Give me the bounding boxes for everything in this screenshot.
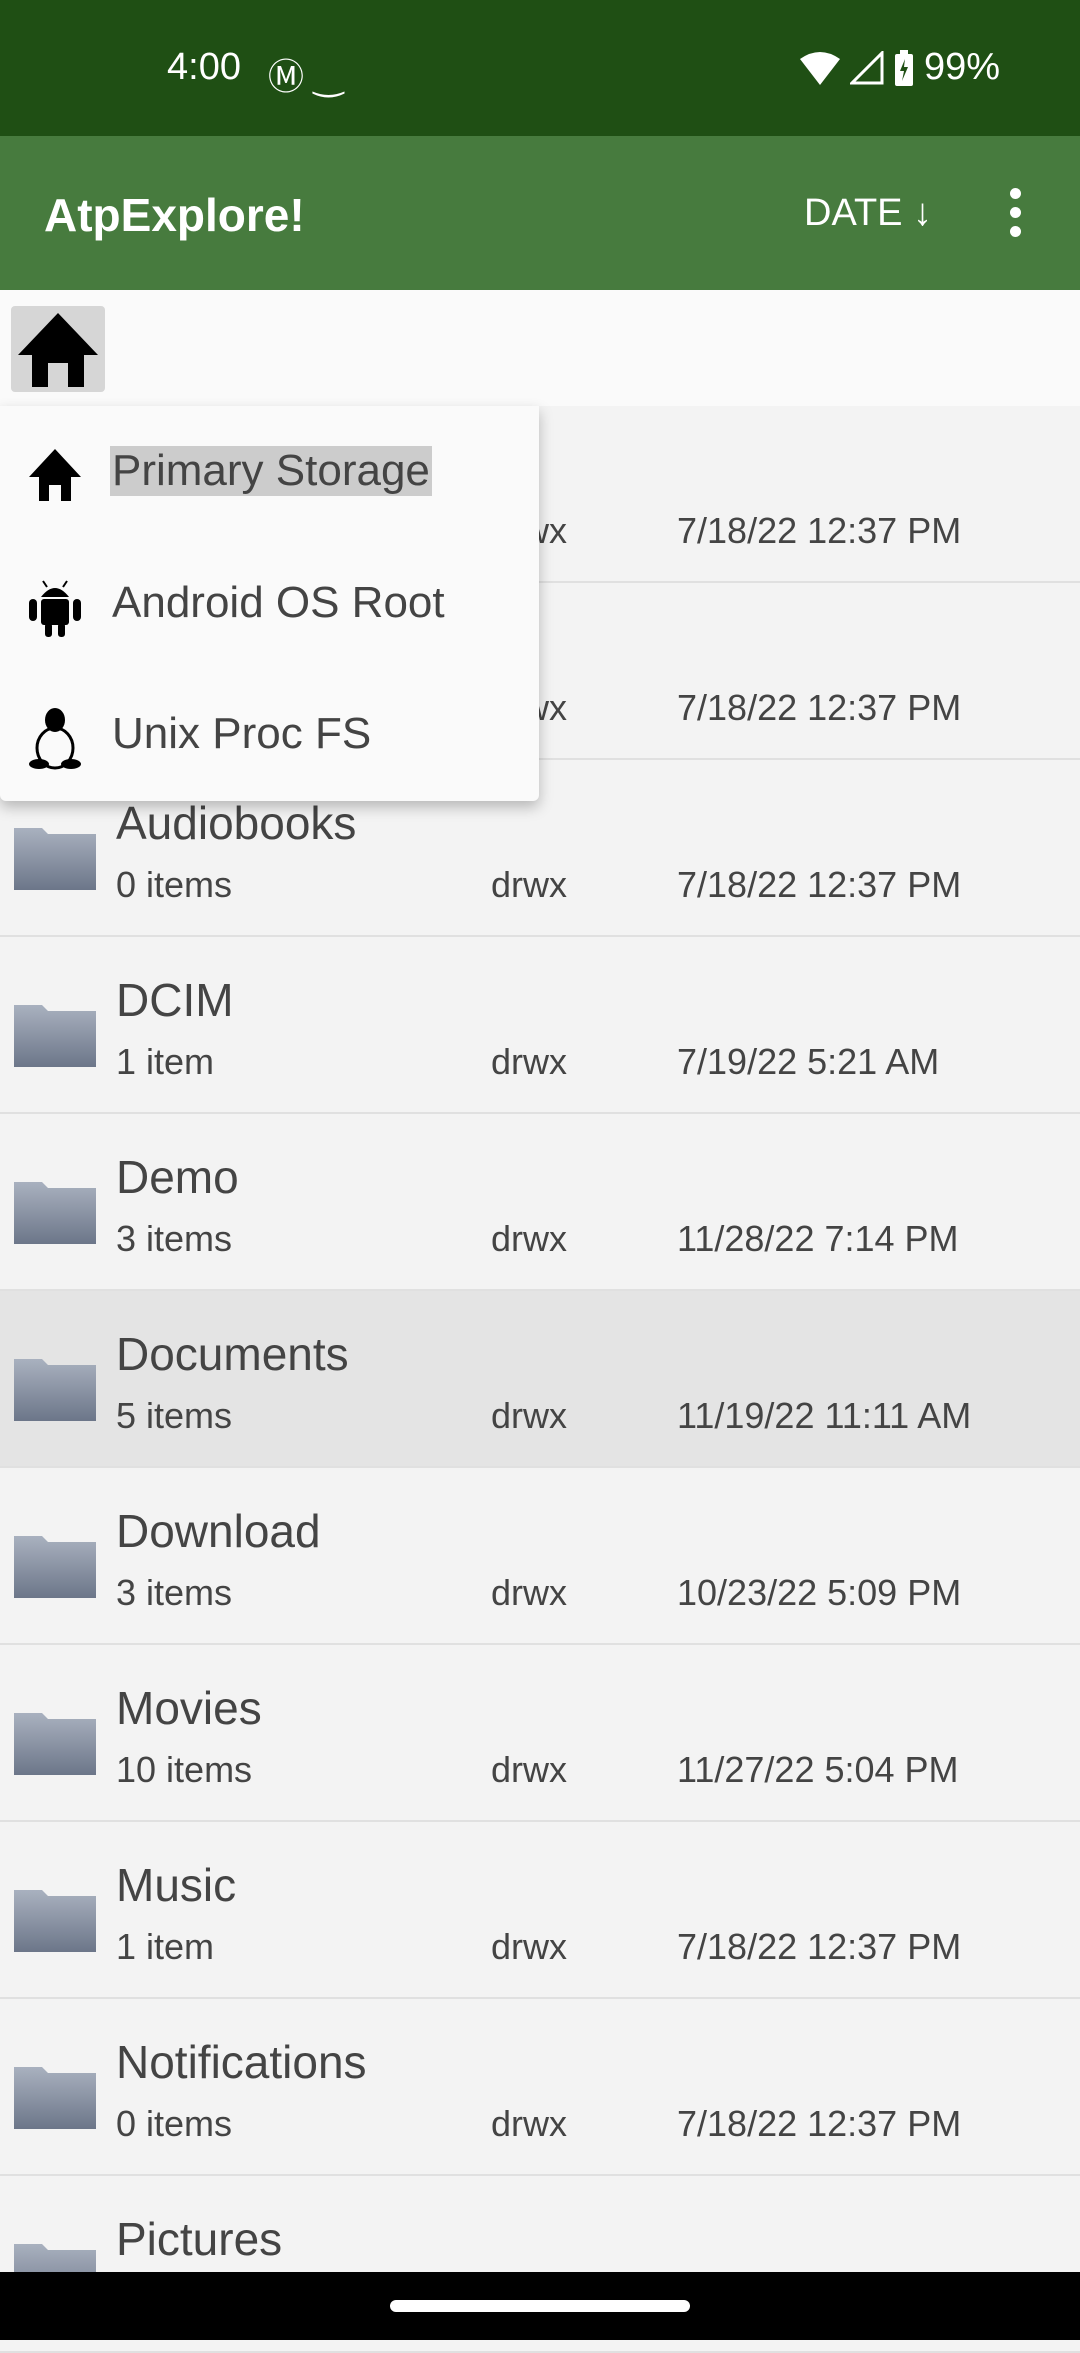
android-icon — [29, 580, 81, 637]
folder-icon — [14, 1536, 96, 1598]
sort-button[interactable]: DATE ↓ — [804, 192, 932, 235]
file-row[interactable]: DCIM 1 item drwx 7/19/22 5:21 AM — [0, 937, 1080, 1114]
status-bar: 4:00 Ⓜ ‿ 99% — [0, 0, 1080, 136]
folder-icon — [14, 1890, 96, 1952]
modified-date: 11/28/22 7:14 PM — [677, 1218, 959, 1259]
modified-date: 11/27/22 5:04 PM — [677, 1749, 959, 1790]
wifi-icon — [799, 51, 840, 85]
menu-item-android-os-root[interactable]: Android OS Root — [0, 540, 539, 670]
folder-icon — [14, 1359, 96, 1421]
file-name: Pictures — [116, 2213, 283, 2265]
item-count: 0 items — [116, 2103, 233, 2144]
file-row[interactable]: Movies 10 items drwx 11/27/22 5:04 PM — [0, 1645, 1080, 1822]
item-count: 0 items — [116, 864, 233, 905]
arrow-down-icon: ↓ — [902, 192, 933, 234]
modified-date: 7/18/22 12:37 PM — [677, 687, 962, 728]
linux-tux-icon — [29, 708, 81, 770]
file-row[interactable]: Music 1 item drwx 7/18/22 12:37 PM — [0, 1822, 1080, 1999]
modified-date: 7/18/22 12:37 PM — [677, 1926, 962, 1967]
home-icon — [29, 449, 81, 501]
home-gesture-handle[interactable] — [390, 2300, 690, 2312]
menu-item-primary-storage[interactable]: Primary Storage — [0, 408, 539, 538]
item-count: 10 items — [116, 1749, 253, 1790]
battery-level: 99% — [923, 46, 1000, 88]
file-row[interactable]: Notifications 0 items drwx 7/18/22 12:37… — [0, 1999, 1080, 2176]
more-options-icon[interactable] — [1000, 184, 1030, 240]
permissions: drwx — [491, 1395, 568, 1436]
modified-date: 10/23/22 5:09 PM — [677, 1572, 962, 1613]
permissions: drwx — [491, 1218, 568, 1259]
permissions: drwx — [491, 1749, 568, 1790]
home-button[interactable] — [11, 306, 105, 392]
item-count: 3 items — [116, 1218, 233, 1259]
item-count: 3 items — [116, 1572, 233, 1613]
battery-charging-icon — [894, 49, 913, 86]
home-icon — [18, 313, 98, 387]
permissions: drwx — [491, 1926, 568, 1967]
file-name: Music — [116, 1859, 237, 1911]
modified-date: 11/19/22 11:11 AM — [677, 1395, 972, 1436]
app-toolbar: AtpExplore! DATE ↓ — [0, 136, 1080, 290]
permissions: drwx — [491, 1041, 568, 1082]
file-name: Download — [116, 1505, 321, 1557]
item-count: 1 item — [116, 1041, 215, 1082]
item-count: 5 items — [116, 1395, 233, 1436]
item-count: 1 item — [116, 1926, 215, 1967]
folder-icon — [14, 2067, 96, 2129]
folder-icon — [14, 1182, 96, 1244]
file-name: Movies — [116, 1682, 262, 1734]
file-row[interactable]: Download 3 items drwx 10/23/22 5:09 PM — [0, 1468, 1080, 1645]
breadcrumb — [0, 290, 1080, 406]
file-name: Audiobooks — [116, 797, 357, 849]
storage-root-menu: Primary Storage Android OS Root Unix Pro… — [0, 406, 539, 801]
modified-date: 7/19/22 5:21 AM — [677, 1041, 940, 1082]
file-row[interactable]: Documents 5 items drwx 11/19/22 11:11 AM — [0, 1291, 1080, 1468]
permissions: drwx — [491, 2103, 568, 2144]
modified-date: 7/18/22 12:37 PM — [677, 510, 962, 551]
navigation-bar — [0, 2272, 1080, 2340]
permissions: drwx — [491, 1572, 568, 1613]
file-name: Demo — [116, 1151, 239, 1203]
gmail-icon: Ⓜ ‿ — [268, 56, 343, 97]
folder-icon — [14, 1005, 96, 1067]
status-time: 4:00 — [167, 46, 241, 88]
modified-date: 7/18/22 12:37 PM — [677, 2103, 962, 2144]
file-name: Documents — [116, 1328, 349, 1380]
folder-icon — [14, 828, 96, 890]
file-name: Notifications — [116, 2036, 367, 2088]
file-name: DCIM — [116, 974, 234, 1026]
app-title: AtpExplore! — [44, 189, 305, 241]
permissions: drwx — [491, 864, 568, 905]
folder-icon — [14, 1713, 96, 1775]
modified-date: 7/18/22 12:37 PM — [677, 864, 962, 905]
menu-item-unix-proc-fs[interactable]: Unix Proc FS — [0, 671, 539, 801]
file-row[interactable]: Demo 3 items drwx 11/28/22 7:14 PM — [0, 1114, 1080, 1291]
signal-icon — [849, 50, 884, 84]
